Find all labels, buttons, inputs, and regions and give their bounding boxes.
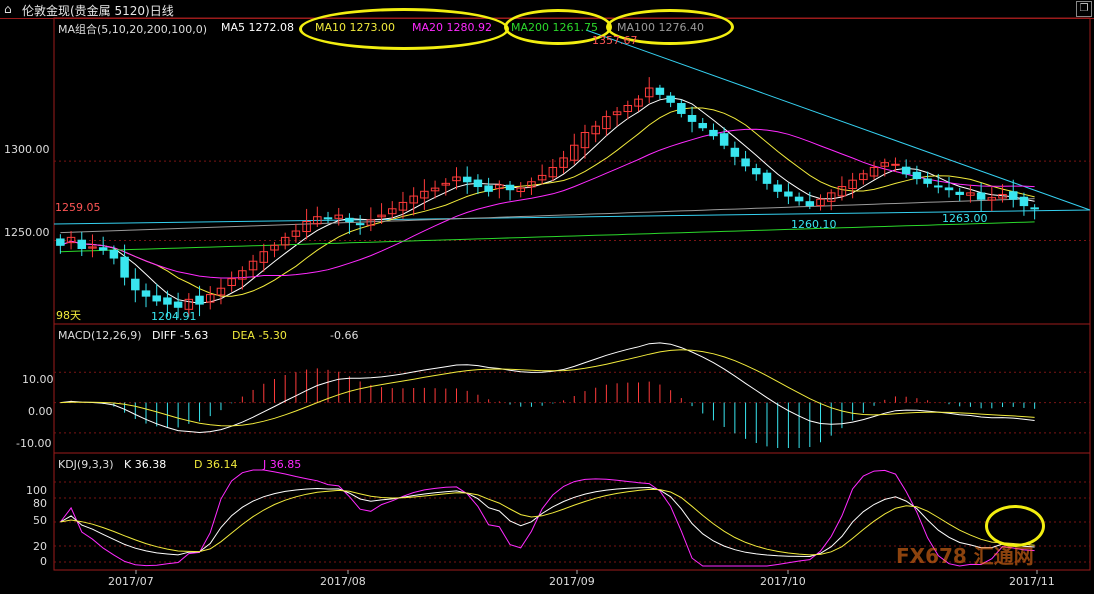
candle-body: [901, 166, 911, 175]
candle-body: [1008, 191, 1018, 200]
candle-body: [473, 179, 483, 188]
x-tick-oct: 2017/10: [760, 575, 806, 588]
kdj-tick-100: 100: [26, 484, 47, 497]
days-annotation: 98天: [56, 309, 81, 322]
candle-body: [709, 129, 718, 137]
candle-body: [762, 172, 772, 184]
candle-body: [1030, 207, 1039, 210]
candle-body: [355, 223, 365, 226]
right-low-annotation: 1263.00: [942, 212, 988, 225]
candle-body: [752, 168, 761, 175]
macd-tick-0: 0.00: [28, 405, 53, 418]
x-tick-jul: 2017/07: [108, 575, 154, 588]
macd-tick-neg10: -10.00: [16, 437, 52, 450]
price-tick-1250: 1250.00: [4, 226, 50, 239]
panel-frame-0: [53, 17, 1091, 325]
candle-body: [805, 201, 815, 207]
candle-body: [773, 184, 782, 192]
ma-group-label: MA组合(5,10,20,200,100,0): [58, 23, 208, 36]
candle-body: [173, 301, 183, 308]
candle-body: [741, 158, 750, 167]
candle-body: [976, 192, 986, 200]
candle-body: [163, 297, 172, 305]
candle-body: [794, 196, 804, 202]
candle-body: [109, 249, 119, 259]
x-tick-sep: 2017/09: [549, 575, 595, 588]
macd-dea-label: DEA -5.30: [232, 329, 287, 342]
candle-body: [484, 185, 493, 192]
candle-body: [141, 290, 151, 297]
candle-body: [666, 95, 675, 103]
macd-diff-label: DIFF -5.63: [152, 329, 209, 342]
candle-body: [655, 87, 665, 95]
support-line: [53, 209, 1091, 225]
candle-body: [152, 295, 161, 302]
candle-body: [912, 171, 922, 180]
candle-body: [1019, 196, 1029, 207]
kdj-j-line: [60, 469, 1035, 567]
macd-tick-10: 10.00: [22, 373, 54, 386]
x-tick-nov: 2017/11: [1009, 575, 1055, 588]
ma100-line: [60, 198, 1035, 234]
watermark: FX678 汇通网: [896, 544, 1034, 568]
candle-body: [955, 191, 964, 195]
ma5-line: [60, 97, 1035, 304]
candle-body: [944, 187, 954, 191]
kdj-tick-50: 50: [33, 514, 47, 527]
candle-body: [56, 238, 65, 246]
macd-diff-line: [60, 342, 1035, 434]
ma5-label: MA5 1272.08: [221, 21, 294, 34]
candle-body: [687, 115, 697, 122]
low-annotation: 1204.91: [151, 310, 197, 323]
candle-body: [195, 295, 204, 305]
kdj-tick-80: 80: [33, 497, 47, 510]
candle-body: [77, 239, 87, 250]
downtrend-line: [585, 29, 1091, 211]
candle-body: [131, 278, 140, 291]
ma200-line: [60, 221, 1035, 253]
candle-body: [934, 185, 943, 188]
macd-label: MACD(12,26,9): [58, 329, 142, 342]
ma10-line: [60, 107, 1035, 297]
left-value-annotation: 1259.05: [55, 201, 101, 214]
mid-low-annotation: 1260.10: [791, 218, 837, 231]
ma10-ma20-highlight-circle: [299, 8, 509, 50]
price-chart: [53, 17, 1091, 574]
candle-body: [730, 147, 740, 157]
kdj-d-line: [60, 488, 1035, 556]
x-tick-aug: 2017/08: [320, 575, 366, 588]
price-tick-1300: 1300.00: [4, 143, 50, 156]
candle-body: [891, 163, 900, 166]
candle-body: [120, 256, 129, 278]
candle-body: [505, 184, 515, 191]
kdj-k-line: [60, 486, 1035, 558]
candle-body: [784, 191, 793, 197]
candle-body: [698, 122, 707, 129]
candle-body: [462, 176, 472, 183]
kdj-label: KDJ(9,3,3): [58, 458, 114, 471]
candle-body: [923, 178, 932, 184]
kdj-k-label: K 36.38: [124, 458, 167, 471]
candle-body: [719, 133, 729, 146]
candle-body: [323, 217, 333, 220]
kdj-d-label: D 36.14: [194, 458, 238, 471]
panel-frame-1: [53, 323, 1091, 454]
candle-body: [98, 247, 108, 251]
candle-body: [677, 103, 686, 114]
kdj-j-label: J 36.85: [263, 458, 302, 471]
kdj-tick-0: 0: [40, 555, 47, 568]
macd-dea-line: [60, 349, 1035, 427]
kdj-tick-20: 20: [33, 540, 47, 553]
macd-value-label: -0.66: [330, 329, 359, 342]
high-annotation: 1357.67: [592, 34, 638, 47]
candle-body: [345, 217, 354, 222]
